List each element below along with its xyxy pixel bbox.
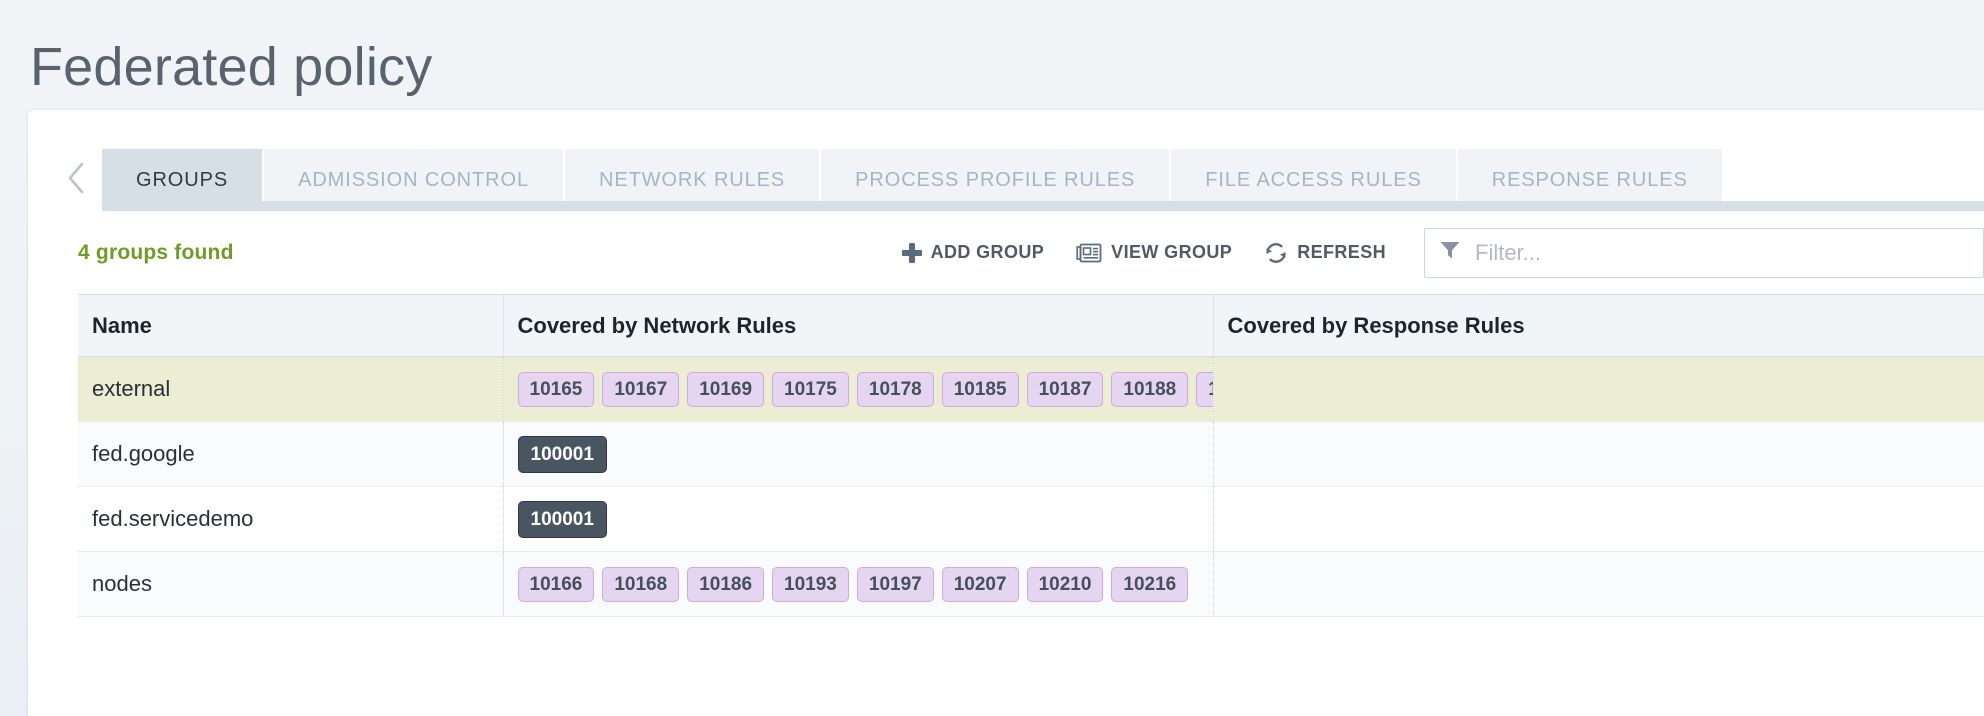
cell-group-name: fed.servicedemo (78, 487, 503, 552)
newspaper-icon (1076, 243, 1102, 263)
rule-badge[interactable]: 10197 (857, 567, 934, 602)
network-rule-badges: 100001 (518, 501, 1199, 538)
tab-label: PROCESS PROFILE RULES (855, 169, 1135, 192)
rule-badge[interactable]: 10207 (942, 567, 1019, 602)
filter-input[interactable] (1473, 239, 1969, 267)
column-header-response-rules[interactable]: Covered by Response Rules (1213, 295, 1984, 357)
add-group-button[interactable]: ADD GROUP (886, 236, 1061, 269)
view-group-button[interactable]: VIEW GROUP (1060, 236, 1248, 269)
cell-response-rules (1213, 357, 1984, 422)
groups-table: Name Covered by Network Rules Covered by… (78, 294, 1984, 617)
rule-badge[interactable]: 10169 (687, 372, 764, 407)
tab-label: NETWORK RULES (599, 169, 785, 192)
cell-group-name: nodes (78, 552, 503, 617)
content-card: GROUPS ADMISSION CONTROL NETWORK RULES P… (28, 110, 1984, 716)
rule-badge[interactable]: 100001 (518, 436, 607, 473)
cell-group-name: external (78, 357, 503, 422)
rule-badge[interactable]: 10190 (1196, 372, 1213, 407)
rule-badge[interactable]: 10166 (518, 567, 595, 602)
page-title: Federated policy (30, 40, 432, 94)
refresh-button[interactable]: REFRESH (1248, 235, 1402, 271)
network-rule-badges: 100001 (518, 436, 1199, 473)
rule-badge[interactable]: 10178 (857, 372, 934, 407)
cell-group-name: fed.google (78, 422, 503, 487)
rule-badge[interactable]: 10165 (518, 372, 595, 407)
cell-network-rules: 100001 (503, 487, 1213, 552)
tab-label: GROUPS (136, 169, 228, 192)
rule-badge[interactable]: 10210 (1027, 567, 1104, 602)
plus-icon (902, 243, 922, 263)
tab-label: ADMISSION CONTROL (298, 169, 529, 192)
groups-found-count: 4 groups found (78, 241, 234, 265)
rule-badge[interactable]: 10187 (1027, 372, 1104, 407)
cell-network-rules: 100001 (503, 422, 1213, 487)
rule-badge[interactable]: 10185 (942, 372, 1019, 407)
rule-badge[interactable]: 10168 (602, 567, 679, 602)
toolbar-actions: ADD GROUP VIEW GROUP (886, 228, 1984, 278)
chevron-left-icon[interactable] (50, 149, 102, 211)
rule-badge[interactable]: 10216 (1111, 567, 1188, 602)
cell-network-rules: 10166 10168 10186 10193 10197 10207 1021… (503, 552, 1213, 617)
table-head: Name Covered by Network Rules Covered by… (78, 295, 1984, 357)
cell-network-rules: 10165 10167 10169 10175 10178 10185 1018… (503, 357, 1213, 422)
add-group-label: ADD GROUP (931, 242, 1045, 263)
network-rule-badges: 10165 10167 10169 10175 10178 10185 1018… (518, 372, 1199, 407)
table-header-row: Name Covered by Network Rules Covered by… (78, 295, 1984, 357)
column-header-network-rules[interactable]: Covered by Network Rules (503, 295, 1213, 357)
table-row[interactable]: external 10165 10167 10169 10175 10178 1… (78, 357, 1984, 422)
toolbar: 4 groups found ADD GROUP (28, 211, 1984, 294)
table-row[interactable]: fed.servicedemo 100001 (78, 487, 1984, 552)
rule-badge[interactable]: 100001 (518, 501, 607, 538)
refresh-label: REFRESH (1297, 242, 1386, 263)
tab-underline (102, 201, 1984, 211)
filter-box[interactable] (1424, 228, 1984, 278)
groups-table-wrap: Name Covered by Network Rules Covered by… (28, 294, 1984, 617)
rule-badge[interactable]: 10188 (1111, 372, 1188, 407)
network-rule-badges: 10166 10168 10186 10193 10197 10207 1021… (518, 567, 1199, 602)
table-row[interactable]: fed.google 100001 (78, 422, 1984, 487)
tab-label: RESPONSE RULES (1492, 169, 1688, 192)
cell-response-rules (1213, 422, 1984, 487)
tab-label: FILE ACCESS RULES (1205, 169, 1421, 192)
table-row[interactable]: nodes 10166 10168 10186 10193 10197 1020… (78, 552, 1984, 617)
cell-response-rules (1213, 552, 1984, 617)
table-body: external 10165 10167 10169 10175 10178 1… (78, 357, 1984, 617)
rule-badge[interactable]: 10175 (772, 372, 849, 407)
tab-bar: GROUPS ADMISSION CONTROL NETWORK RULES P… (28, 110, 1984, 211)
rule-badge[interactable]: 10186 (687, 567, 764, 602)
rule-badge[interactable]: 10167 (602, 372, 679, 407)
view-group-label: VIEW GROUP (1111, 242, 1232, 263)
funnel-icon (1439, 240, 1461, 265)
cell-response-rules (1213, 487, 1984, 552)
rule-badge[interactable]: 10193 (772, 567, 849, 602)
refresh-icon (1264, 241, 1288, 265)
column-header-name[interactable]: Name (78, 295, 503, 357)
